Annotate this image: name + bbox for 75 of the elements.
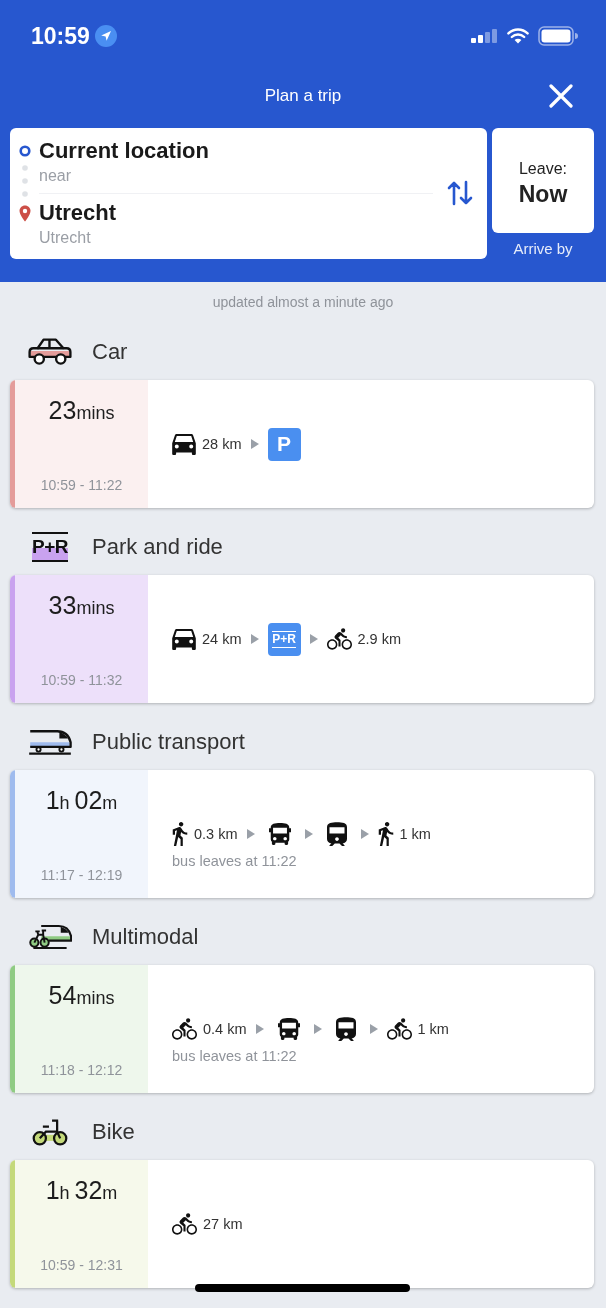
close-icon[interactable] bbox=[549, 84, 573, 108]
bicycle-icon bbox=[172, 1018, 197, 1040]
distance-text: 24 km bbox=[202, 631, 242, 647]
origin-name[interactable]: Current location bbox=[39, 137, 209, 165]
wifi-icon bbox=[507, 28, 529, 44]
distance-text: 0.3 km bbox=[194, 826, 238, 842]
duration-text: 1h 02m bbox=[45, 786, 118, 816]
route-card[interactable]: 33mins 10:59 - 11:32 24 km P+R 2.9 km bbox=[10, 575, 594, 703]
screen-title: Plan a trip bbox=[264, 85, 342, 107]
origin-detail: near bbox=[39, 166, 72, 186]
triangle-right-icon bbox=[246, 829, 255, 839]
status-time: 10:59 bbox=[31, 22, 90, 50]
distance-text: 2.9 km bbox=[357, 631, 401, 647]
walking-person-icon bbox=[172, 822, 188, 846]
triangle-right-icon bbox=[250, 439, 259, 449]
update-status-text: updated almost a minute ago bbox=[212, 294, 394, 310]
bicycle-icon bbox=[386, 1018, 412, 1040]
section-title: Multimodal bbox=[92, 923, 199, 951]
departure-note: bus leaves at 11:22 bbox=[172, 852, 297, 869]
triangle-right-icon bbox=[255, 1024, 264, 1034]
triangle-right-icon bbox=[250, 634, 259, 644]
arrive-by-link[interactable]: Arrive by bbox=[513, 239, 573, 259]
car-icon bbox=[172, 433, 196, 455]
destination-detail: Utrecht bbox=[39, 228, 91, 248]
triangle-right-icon bbox=[309, 634, 318, 644]
time-range-text: 11:18 - 12:12 bbox=[40, 1061, 123, 1080]
bicycle-icon bbox=[326, 628, 352, 650]
walking-person-icon bbox=[377, 822, 394, 846]
park-and-ride-sign: P+R bbox=[267, 622, 301, 656]
duration-text: 33mins bbox=[48, 591, 115, 621]
battery-icon bbox=[538, 26, 578, 46]
train-icon bbox=[335, 1017, 356, 1041]
distance-text: 0.4 km bbox=[203, 1021, 247, 1037]
section-title: Bike bbox=[92, 1118, 135, 1146]
departure-note: bus leaves at 11:22 bbox=[172, 1047, 297, 1064]
train-icon bbox=[326, 822, 347, 846]
bus-icon bbox=[277, 1018, 300, 1040]
parking-sign: P bbox=[267, 427, 301, 461]
distance-text: 1 km bbox=[417, 1021, 449, 1037]
route-dots-icon bbox=[21, 165, 28, 197]
departure-time-button[interactable]: Leave: Now bbox=[492, 128, 594, 233]
triangle-right-icon bbox=[360, 829, 369, 839]
time-range-text: 10:59 - 11:32 bbox=[40, 671, 123, 690]
destination-name[interactable]: Utrecht bbox=[39, 199, 116, 227]
route-card[interactable]: 1h 02m 11:17 - 12:19 0.3 km 1 km bus leaves at 11:22 bbox=[10, 770, 594, 898]
car-icon bbox=[172, 628, 196, 650]
duration-text: 54mins bbox=[48, 981, 115, 1011]
time-range-text: 11:17 - 12:19 bbox=[40, 866, 123, 885]
section-title: Public transport bbox=[92, 728, 245, 756]
distance-text: 28 km bbox=[202, 436, 242, 452]
swap-icon[interactable] bbox=[447, 180, 473, 206]
time-range-text: 10:59 - 12:31 bbox=[40, 1256, 123, 1275]
triangle-right-icon bbox=[369, 1024, 378, 1034]
park-and-ride-logo: P+R bbox=[32, 532, 68, 562]
route-card[interactable]: 54mins 11:18 - 12:12 0.4 km 1 km bus leaves at 11:22 bbox=[10, 965, 594, 1093]
car-icon bbox=[28, 338, 72, 366]
route-card[interactable]: 23mins 10:59 - 11:22 28 km P bbox=[10, 380, 594, 508]
time-range-text: 10:59 - 11:22 bbox=[40, 476, 123, 495]
bicycle-icon bbox=[172, 1213, 197, 1235]
section-title: Car bbox=[92, 338, 128, 366]
duration-text: 23mins bbox=[48, 396, 115, 426]
location-pin-icon bbox=[18, 204, 31, 222]
origin-dot-icon bbox=[18, 145, 31, 157]
bicycle-icon bbox=[32, 1118, 68, 1146]
triangle-right-icon bbox=[313, 1024, 322, 1034]
distance-text: 1 km bbox=[399, 826, 431, 842]
train-icon bbox=[28, 729, 72, 755]
route-card[interactable]: 1h 32m 10:59 - 12:31 27 km bbox=[10, 1160, 594, 1288]
train-and-bicycle-icon bbox=[28, 924, 72, 950]
section-title: Park and ride bbox=[92, 533, 223, 561]
triangle-right-icon bbox=[304, 829, 313, 839]
bus-icon bbox=[268, 823, 291, 845]
distance-text: 27 km bbox=[203, 1216, 243, 1232]
duration-text: 1h 32m bbox=[45, 1176, 118, 1206]
signal-icon bbox=[471, 29, 498, 43]
